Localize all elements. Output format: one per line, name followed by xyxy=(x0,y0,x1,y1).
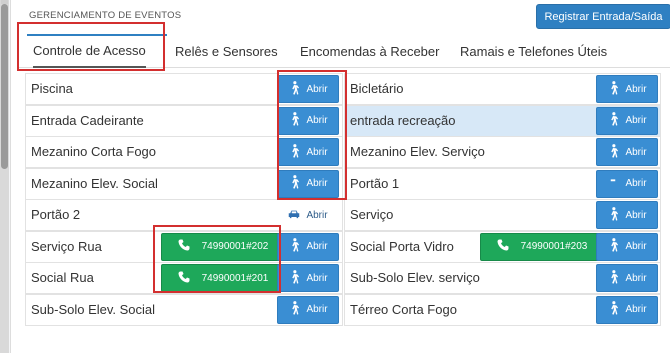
open-button-label: Abrir xyxy=(625,209,647,221)
car-icon xyxy=(288,207,300,224)
extension-number: 74990001#203 xyxy=(520,241,588,252)
tab-relays-sensors[interactable]: Relês e Sensores xyxy=(175,34,278,68)
open-gate-button[interactable]: Abrir xyxy=(277,232,339,261)
walking-person-icon xyxy=(607,301,619,318)
annotation-box-phone-buttons xyxy=(153,225,281,293)
access-point-row: Sub-Solo Elev. Social Abrir xyxy=(25,293,343,326)
open-button-label: Abrir xyxy=(625,115,647,126)
open-button-label: Abrir xyxy=(625,146,647,158)
open-button-label: Abrir xyxy=(306,304,328,315)
access-point-label: Social Rua xyxy=(31,270,94,285)
open-button-label: Abrir xyxy=(306,272,328,284)
open-gate-button[interactable]: Abrir xyxy=(596,264,658,292)
walking-person-icon xyxy=(288,238,300,255)
scrollbar-thumb[interactable] xyxy=(1,4,8,169)
access-point-row: Bicletário Abrir xyxy=(344,73,661,105)
walking-person-icon xyxy=(607,143,619,161)
walking-person-icon xyxy=(607,269,619,287)
access-point-label: entrada recreação xyxy=(350,112,456,128)
access-point-label: Serviço xyxy=(350,207,394,222)
access-point-label: Entrada Cadeirante xyxy=(31,112,144,128)
access-point-label: Mezanino Elev. Serviço xyxy=(350,144,485,159)
access-point-label: Portão 1 xyxy=(350,175,400,191)
access-point-row: Sub-Solo Elev. serviço Abrir xyxy=(344,262,661,294)
access-point-label: Portão 2 xyxy=(31,207,81,222)
open-gate-button[interactable]: Abrir xyxy=(596,106,658,135)
annotation-box-tab xyxy=(17,22,165,71)
panel-title: GERENCIAMENTO DE EVENTOS xyxy=(29,10,182,21)
access-point-label: Térreo Corta Fogo xyxy=(350,301,457,317)
open-gate-button[interactable]: Abrir xyxy=(596,232,658,261)
open-gate-button[interactable]: Abrir xyxy=(277,264,339,292)
open-gate-button[interactable]: Abrir xyxy=(277,295,339,324)
open-button-label: Abrir xyxy=(625,272,647,284)
walking-person-icon xyxy=(607,80,619,98)
access-point-row: Mezanino Elev. Serviço Abrir xyxy=(344,136,661,168)
access-point-row: entrada recreação Abrir xyxy=(344,104,661,137)
vertical-scrollbar[interactable] xyxy=(0,0,9,353)
events-panel: GERENCIAMENTO DE EVENTOS Registrar Entra… xyxy=(10,0,670,353)
open-button-label: Abrir xyxy=(625,241,647,252)
open-gate-button[interactable]: Abrir xyxy=(596,138,658,166)
open-gate-button[interactable]: Abrir xyxy=(596,169,658,198)
register-entry-exit-button[interactable]: Registrar Entrada/Saída xyxy=(536,4,670,29)
walking-person-icon xyxy=(288,269,300,287)
tab-deliveries[interactable]: Encomendas à Receber xyxy=(300,34,439,68)
access-point-row: Térreo Corta Fogo Abrir xyxy=(344,293,661,326)
access-point-label: Piscina xyxy=(31,81,73,96)
access-point-label: Sub-Solo Elev. Social xyxy=(31,301,156,317)
annotation-box-open-buttons xyxy=(277,70,347,200)
walking-person-icon xyxy=(288,301,300,318)
access-point-label: Mezanino Elev. Social xyxy=(31,175,158,191)
car-icon xyxy=(607,175,619,192)
open-button-label: Abrir xyxy=(306,241,328,252)
open-button-label: Abrir xyxy=(625,178,647,189)
walking-person-icon xyxy=(607,238,619,255)
access-point-label: Serviço Rua xyxy=(31,238,102,254)
access-point-label: Mezanino Corta Fogo xyxy=(31,144,157,159)
open-button-label: Abrir xyxy=(625,83,647,95)
walking-person-icon xyxy=(607,206,619,224)
access-point-row: Portão 1 Abrir xyxy=(344,167,661,200)
phone-icon xyxy=(497,239,509,254)
open-gate-button[interactable]: Abrir xyxy=(596,75,658,103)
tab-extensions-phones[interactable]: Ramais e Telefones Úteis xyxy=(460,34,607,68)
access-point-label: Social Porta Vidro xyxy=(350,238,454,254)
open-gate-button[interactable]: Abrir xyxy=(596,295,658,324)
access-point-label: Bicletário xyxy=(350,81,404,96)
open-gate-button[interactable]: Abrir xyxy=(277,201,339,229)
access-point-label: Sub-Solo Elev. serviço xyxy=(350,270,480,285)
call-extension-button[interactable]: 74990001#203 xyxy=(480,232,604,261)
access-point-row: Serviço Abrir xyxy=(344,199,661,231)
open-button-label: Abrir xyxy=(306,209,328,221)
open-button-label: Abrir xyxy=(625,304,647,315)
access-point-row: Social Porta Vidro 74990001#203 Abrir xyxy=(344,230,661,263)
walking-person-icon xyxy=(607,112,619,129)
open-gate-button[interactable]: Abrir xyxy=(596,201,658,229)
